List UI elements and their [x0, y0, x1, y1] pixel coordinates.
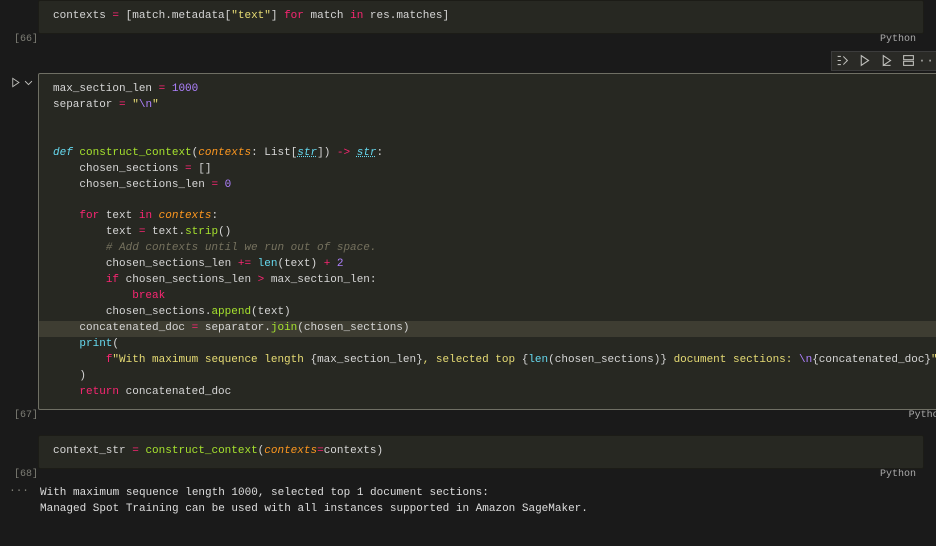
- cell-row-66: contexts = [match.metadata["text"] for m…: [0, 0, 936, 45]
- play-icon: [10, 77, 21, 88]
- cell-row-68: context_str = construct_context(contexts…: [0, 435, 936, 480]
- chevron-down-icon: [23, 77, 34, 88]
- code-editor[interactable]: contexts = [match.metadata["text"] for m…: [39, 1, 923, 33]
- code-editor[interactable]: max_section_len = 1000 separator = "\n" …: [39, 74, 936, 409]
- run-cell-handle[interactable]: [10, 77, 34, 88]
- exec-count-68: [68]: [0, 469, 38, 480]
- exec-count-66: [66]: [0, 34, 38, 45]
- exec-count-67: [67]: [0, 410, 38, 421]
- cell-toolbar: ···: [831, 51, 936, 71]
- execution-count: [0, 0, 38, 10]
- split-icon: [902, 54, 915, 67]
- code-editor[interactable]: context_str = construct_context(contexts…: [39, 436, 923, 468]
- ellipsis-icon: ···: [918, 54, 936, 68]
- code-cell-66[interactable]: contexts = [match.metadata["text"] for m…: [38, 0, 924, 34]
- gutter: [0, 435, 38, 445]
- output-collapse-icon[interactable]: ...: [0, 480, 38, 495]
- execute-and-below-button[interactable]: [876, 51, 898, 71]
- run-by-line-button[interactable]: [832, 51, 854, 71]
- execute-below-icon: [880, 54, 893, 67]
- more-actions-button[interactable]: ···: [920, 51, 936, 71]
- cell-output: With maximum sequence length 1000, selec…: [38, 480, 588, 524]
- run-by-line-icon: [836, 54, 849, 67]
- cell-row-67: ··· max_section_len = 1000 separator = "…: [0, 73, 936, 421]
- output-row-68: ... With maximum sequence length 1000, s…: [0, 480, 936, 524]
- code-cell-67[interactable]: max_section_len = 1000 separator = "\n" …: [38, 73, 936, 410]
- execute-icon: [858, 54, 871, 67]
- code-cell-68[interactable]: context_str = construct_context(contexts…: [38, 435, 924, 469]
- split-cell-button[interactable]: [898, 51, 920, 71]
- execute-cell-button[interactable]: [854, 51, 876, 71]
